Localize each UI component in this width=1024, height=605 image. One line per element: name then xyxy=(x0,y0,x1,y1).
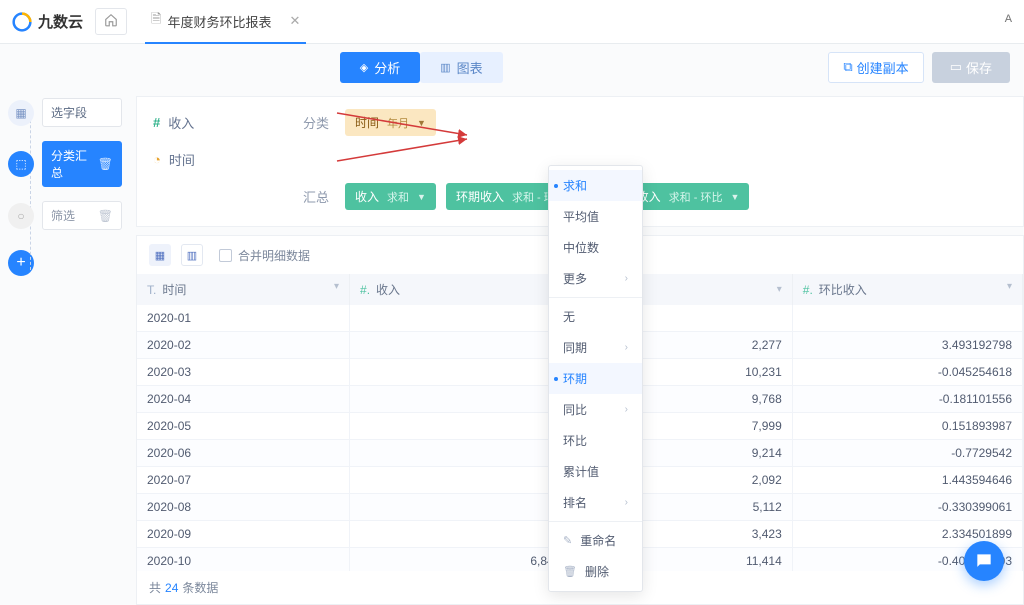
sort-icon[interactable]: ▾ xyxy=(777,284,782,295)
checkbox-icon xyxy=(219,249,232,262)
chevron-right-icon: › xyxy=(625,497,628,508)
menu-cycle-period[interactable]: 环期 xyxy=(549,363,642,394)
create-copy-button[interactable]: ⧉创建副本 xyxy=(828,52,923,83)
brand-text: 九数云 xyxy=(38,11,83,32)
save-icon: ▭ xyxy=(950,59,962,75)
group-summary-step[interactable]: 分类汇总🗑 xyxy=(42,141,122,187)
dim-income[interactable]: 收入 xyxy=(168,113,194,132)
step-sidebar: ▦ 选字段 ⬚ 分类汇总🗑 ○ 筛选🗑 + xyxy=(0,90,130,605)
category-label: 分类 xyxy=(303,113,329,132)
delete-filter-icon[interactable]: 🗑 xyxy=(98,209,113,223)
chevron-down-icon: ▼ xyxy=(730,192,739,202)
chevron-right-icon: › xyxy=(625,273,628,284)
filter-step[interactable]: 筛选🗑 xyxy=(42,201,122,230)
rename-icon: ✎ xyxy=(563,534,572,547)
tab-analysis[interactable]: ◈分析 xyxy=(340,52,420,83)
home-button[interactable] xyxy=(95,8,127,35)
dim-time[interactable]: 时间 xyxy=(169,150,195,169)
grid-view-icon[interactable]: ▥ xyxy=(181,244,203,266)
analysis-icon: ◈ xyxy=(360,61,368,74)
menu-cumulative[interactable]: 累计值 xyxy=(549,456,642,487)
hash-icon: # xyxy=(153,115,160,130)
sort-icon[interactable]: ▾ xyxy=(334,281,339,292)
menu-more[interactable]: 更多› xyxy=(549,263,642,294)
summary-label: 汇总 xyxy=(303,187,329,206)
table-view-icon[interactable]: ▦ xyxy=(149,244,171,266)
menu-none[interactable]: 无 xyxy=(549,301,642,332)
delete-step-icon[interactable]: 🗑 xyxy=(98,157,113,171)
income-chip[interactable]: 收入求和▼ xyxy=(345,183,436,210)
brand-logo[interactable]: 九数云 xyxy=(12,11,83,32)
logo-icon xyxy=(12,12,32,32)
chat-icon xyxy=(974,551,994,571)
trash-icon: 🗑 xyxy=(563,565,577,578)
col-time[interactable]: T.时间▾ xyxy=(137,274,350,305)
menu-delete[interactable]: 🗑删除 xyxy=(549,556,642,587)
col-ratio[interactable]: #.环比收入▾ xyxy=(792,274,1022,305)
document-tab[interactable]: 🗎 年度财务环比报表 ✕ xyxy=(145,0,306,44)
sort-icon[interactable]: ▾ xyxy=(1007,281,1012,292)
clock-icon: ◔ xyxy=(153,152,161,167)
home-icon xyxy=(104,13,118,27)
chevron-down-icon: ▼ xyxy=(417,192,426,202)
menu-rename[interactable]: ✎重命名 xyxy=(549,525,642,556)
copy-icon: ⧉ xyxy=(843,59,852,75)
tab-title: 年度财务环比报表 xyxy=(167,12,271,31)
document-icon: 🗎 xyxy=(151,10,161,32)
filter-node-icon: ○ xyxy=(8,203,34,229)
time-chip[interactable]: 时间年月▼ xyxy=(345,109,436,136)
chevron-right-icon: › xyxy=(625,404,628,415)
menu-same-period[interactable]: 同期› xyxy=(549,332,642,363)
merge-detail-checkbox[interactable]: 合并明细数据 xyxy=(219,247,310,264)
chevron-right-icon: › xyxy=(625,342,628,353)
col-income[interactable]: #.收入▾ xyxy=(350,274,571,305)
menu-median[interactable]: 中位数 xyxy=(549,232,642,263)
menu-yoy[interactable]: 同比› xyxy=(549,394,642,425)
help-fab[interactable] xyxy=(964,541,1004,581)
aggregate-dropdown: 求和 平均值 中位数 更多› 无 同期› 环期 同比› 环比 累计值 排名› ✎… xyxy=(548,165,643,592)
menu-mom[interactable]: 环比 xyxy=(549,425,642,456)
close-icon[interactable]: ✕ xyxy=(289,13,300,29)
user-icon[interactable]: ᴬ xyxy=(1005,13,1012,31)
chevron-down-icon: ▼ xyxy=(417,118,426,128)
menu-rank[interactable]: 排名› xyxy=(549,487,642,518)
select-field-step[interactable]: 选字段 xyxy=(42,98,122,127)
group-node-icon: ⬚ xyxy=(8,151,34,177)
menu-sum[interactable]: 求和 xyxy=(549,170,642,201)
chart-icon: ▥ xyxy=(440,61,450,74)
field-node-icon: ▦ xyxy=(8,100,34,126)
tab-chart[interactable]: ▥图表 xyxy=(420,52,502,83)
menu-avg[interactable]: 平均值 xyxy=(549,201,642,232)
save-button[interactable]: ▭保存 xyxy=(932,52,1010,83)
